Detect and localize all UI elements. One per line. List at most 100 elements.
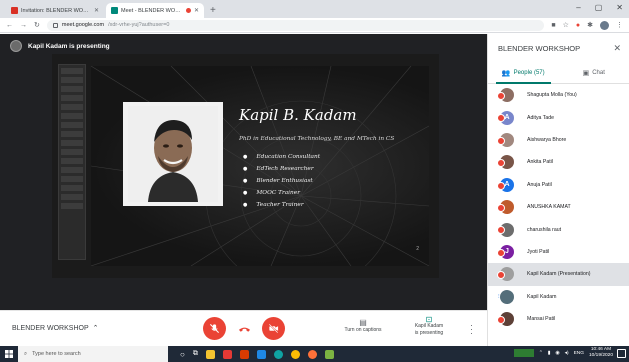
participant-name: Kapil Kadam (Presentation): [527, 271, 591, 278]
close-window-button[interactable]: ✕: [616, 3, 623, 12]
chat-icon: ▣: [582, 69, 590, 77]
reload-icon[interactable]: ↻: [34, 21, 40, 29]
firefox-icon[interactable]: [307, 349, 317, 359]
participant-row[interactable]: ANUSHKA KAMAT: [488, 196, 629, 218]
microphone-off-button[interactable]: [203, 317, 226, 340]
presentation-slide: Kapil B. Kadam PhD in Educational Techno…: [91, 66, 429, 266]
meeting-details-button[interactable]: BLENDER WORKSHOP ⌃: [12, 324, 99, 333]
blender-side-panel: [58, 64, 86, 260]
network-icon[interactable]: ◉: [555, 351, 559, 356]
participant-name: Shagupta Molla (You): [527, 92, 577, 99]
paint-icon[interactable]: [324, 349, 334, 359]
office-icon[interactable]: [239, 349, 249, 359]
windows-taskbar: ⌕ Type here to search ○ ⧉ ⌃ ▮ ◉ ◂) ENG 1…: [0, 346, 629, 362]
forward-arrow-icon[interactable]: →: [20, 22, 27, 29]
slide-bullet: ● Blender Enthusiast: [243, 178, 313, 184]
start-button[interactable]: [0, 346, 18, 362]
mic-active-icon: ⫶: [498, 293, 500, 300]
notification-icon[interactable]: [617, 349, 626, 358]
mic-muted-icon: [497, 248, 505, 257]
address-bar-row: ← → ↻ meet.google.com/xdr-vrhe-yuj?authu…: [0, 18, 629, 33]
participant-row[interactable]: Shagupta Molla (You): [488, 84, 629, 106]
tab-people[interactable]: 👥 People (57): [488, 62, 559, 84]
participant-row[interactable]: Ankita Patil: [488, 151, 629, 173]
system-tray: ⌃ ▮ ◉ ◂) ENG 10:46 AM 10/19/2020: [513, 347, 613, 359]
participant-row[interactable]: A Aditya Tade: [488, 106, 629, 128]
slide-subtitle: PhD in Educational Technology, BE and MT…: [239, 136, 395, 142]
search-placeholder: Type here to search: [32, 351, 81, 357]
url-field[interactable]: meet.google.com/xdr-vrhe-yuj?authuser=0: [46, 19, 545, 31]
search-icon: ⌕: [24, 350, 28, 357]
edge-icon[interactable]: [273, 349, 283, 359]
camera-off-icon: [268, 323, 279, 334]
word-icon[interactable]: [256, 349, 266, 359]
close-panel-icon[interactable]: ✕: [613, 43, 621, 54]
store-icon[interactable]: [222, 349, 232, 359]
slide-page-number: 2: [416, 246, 419, 252]
leave-call-button[interactable]: [233, 317, 256, 340]
chrome-icon[interactable]: [290, 349, 300, 359]
present-now-button[interactable]: ⊡ Kapil Kadam is presenting: [405, 316, 453, 337]
minimize-button[interactable]: –: [576, 3, 580, 12]
participant-row[interactable]: Aishwarya Bhore: [488, 129, 629, 151]
camera-off-button[interactable]: [262, 317, 285, 340]
clock[interactable]: 10:46 AM 10/19/2020: [589, 347, 613, 359]
file-explorer-icon[interactable]: [205, 349, 215, 359]
hang-up-icon: [238, 327, 251, 332]
browser-tab-meet[interactable]: Meet - BLENDER WORKSHOP ✕: [106, 3, 204, 18]
more-options-button[interactable]: · · ·: [470, 321, 473, 338]
participant-name: charushila raut: [527, 226, 562, 233]
side-panel-tabs: 👥 People (57) ▣ Chat: [488, 62, 629, 84]
browser-tab-invitation[interactable]: Invitation: BLENDER WORKSHOP ✕: [6, 3, 104, 18]
close-tab-icon[interactable]: ✕: [194, 7, 199, 14]
taskbar-search[interactable]: ⌕ Type here to search: [18, 346, 168, 362]
tab-people-label: People (57): [513, 69, 545, 76]
mic-muted-icon: [497, 181, 505, 190]
mic-muted-icon: [497, 136, 505, 145]
participant-row[interactable]: charushila raut: [488, 218, 629, 240]
url-path: /xdr-vrhe-yuj?authuser=0: [108, 22, 170, 28]
participant-row[interactable]: Kapil Kadam (Presentation): [488, 263, 629, 286]
browser-tab-bar: Invitation: BLENDER WORKSHOP ✕ Meet - BL…: [0, 0, 629, 18]
extension-icon[interactable]: ●: [576, 22, 580, 29]
volume-icon[interactable]: ◂): [565, 351, 569, 356]
present-screen-icon: ⊡: [425, 315, 433, 324]
mic-muted-icon: [497, 315, 505, 324]
new-tab-button[interactable]: +: [206, 3, 220, 18]
menu-icon[interactable]: ⋮: [616, 21, 623, 29]
cortana-icon[interactable]: ○: [180, 350, 185, 359]
back-arrow-icon[interactable]: ←: [6, 22, 13, 29]
puzzle-icon[interactable]: ✱: [587, 21, 593, 29]
side-panel-title: BLENDER WORKSHOP: [498, 43, 581, 53]
task-view-icon[interactable]: ⧉: [193, 350, 198, 358]
participant-row[interactable]: A Anuja Patil: [488, 174, 629, 196]
battery-icon[interactable]: ▮: [548, 351, 551, 356]
participant-row[interactable]: Mansai Patil: [488, 308, 629, 330]
participant-name: Aishwarya Bhore: [527, 136, 567, 143]
lock-icon: [52, 22, 58, 28]
tab-title: Invitation: BLENDER WORKSHOP: [21, 7, 91, 14]
tab-chat[interactable]: ▣ Chat: [559, 62, 629, 83]
presenter-banner: Kapil Kadam is presenting: [10, 40, 110, 52]
slide-title: Kapil B. Kadam: [239, 106, 357, 124]
gmail-icon: [11, 7, 18, 14]
language-indicator[interactable]: ENG: [574, 351, 584, 356]
meet-control-bar: BLENDER WORKSHOP ⌃ ▤ Turn on captions ⊡ …: [0, 310, 487, 346]
tab-title: Meet - BLENDER WORKSHOP: [121, 7, 183, 14]
recording-indicator-icon: [185, 8, 191, 13]
captions-button[interactable]: ▤ Turn on captions: [338, 318, 388, 333]
maximize-button[interactable]: ▢: [595, 3, 603, 12]
camera-icon[interactable]: ■: [551, 22, 555, 29]
participant-name: Mansai Patil: [527, 316, 556, 323]
tray-app-icon[interactable]: [513, 349, 534, 357]
slide-bullet: ● Education Consultant: [243, 154, 321, 160]
participant-row[interactable]: J Jyoti Patil: [488, 241, 629, 263]
close-tab-icon[interactable]: ✕: [94, 7, 99, 14]
url-host: meet.google.com: [61, 22, 105, 28]
taskbar-apps: ○ ⧉: [180, 349, 334, 359]
star-icon[interactable]: ☆: [563, 21, 569, 29]
participant-row[interactable]: ⫶ Kapil Kadam: [488, 286, 629, 308]
participant-list: Shagupta Molla (You) A Aditya Tade Aishw…: [488, 84, 629, 330]
profile-avatar[interactable]: [600, 20, 609, 30]
chevron-up-icon[interactable]: ⌃: [539, 351, 543, 356]
